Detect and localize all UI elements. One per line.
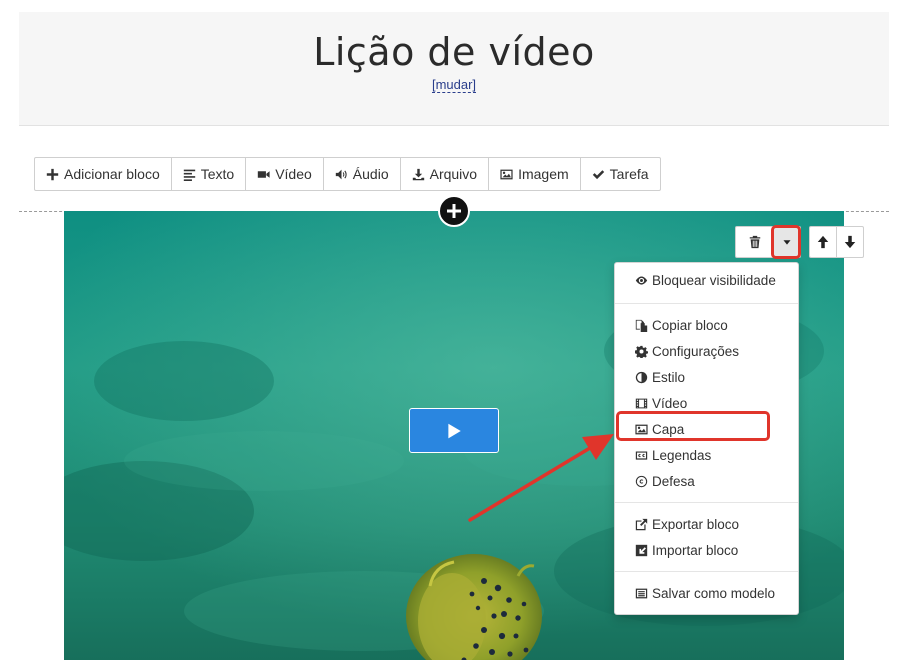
copyright-icon [635, 475, 648, 487]
audio-block-label: Áudio [352, 166, 389, 182]
change-title-link[interactable]: [mudar] [431, 78, 477, 93]
move-down-button[interactable] [837, 227, 863, 257]
menu-item-label: Copiar bloco [652, 317, 728, 333]
block-menu-button[interactable] [774, 227, 800, 257]
eye-icon [635, 275, 648, 285]
file-block-button[interactable]: Arquivo [401, 158, 490, 190]
menu-item-save-template[interactable]: Salvar como modelo [615, 580, 798, 606]
block-actions [735, 226, 801, 258]
import-icon [635, 544, 648, 556]
task-block-label: Tarefa [609, 166, 649, 182]
trash-icon [749, 235, 760, 249]
task-block-button[interactable]: Tarefa [581, 158, 660, 190]
move-up-button[interactable] [810, 227, 837, 257]
menu-item-export-block[interactable]: Exportar bloco [615, 511, 798, 537]
video-block-label: Vídeo [275, 166, 312, 182]
menu-item-copy-block[interactable]: Copiar bloco [615, 312, 798, 338]
add-block-label: Adicionar bloco [64, 166, 160, 182]
play-icon [448, 423, 461, 438]
external-link-icon [635, 518, 648, 530]
file-block-label: Arquivo [429, 166, 478, 182]
menu-item-lock-visibility[interactable]: Bloquear visibilidade [615, 267, 798, 293]
check-icon [592, 169, 604, 179]
template-icon [635, 588, 648, 598]
volume-icon [335, 169, 347, 179]
plus-icon [46, 168, 59, 180]
film-icon [635, 398, 648, 408]
menu-item-label: Vídeo [652, 395, 688, 411]
cc-icon [635, 450, 648, 460]
delete-block-button[interactable] [736, 227, 774, 257]
menu-item-label: Bloquear visibilidade [652, 272, 776, 288]
block-toolbar: Adicionar bloco Texto Vídeo Áudio Arquiv… [34, 157, 661, 191]
image-icon [500, 169, 513, 179]
text-block-button[interactable]: Texto [172, 158, 247, 190]
add-block-button[interactable]: Adicionar bloco [35, 158, 172, 190]
arrow-up-icon [817, 235, 828, 249]
menu-item-style[interactable]: Estilo [615, 364, 798, 390]
align-left-icon [183, 169, 195, 181]
copy-icon [635, 319, 648, 332]
text-block-label: Texto [200, 166, 235, 182]
arrow-down-icon [844, 235, 855, 249]
menu-item-label: Exportar bloco [652, 516, 740, 532]
plus-icon [447, 204, 461, 218]
menu-item-label: Legendas [652, 447, 712, 463]
image-block-button[interactable]: Imagem [489, 158, 581, 190]
page: Lição de vídeo [mudar] Adicionar bloco T… [0, 0, 908, 660]
menu-item-label: Capa [652, 421, 685, 437]
menu-item-protection[interactable]: Defesa [615, 468, 798, 494]
contrast-icon [635, 371, 648, 383]
menu-item-settings[interactable]: Configurações [615, 338, 798, 364]
menu-item-label: Configurações [652, 343, 740, 359]
gear-icon [635, 345, 648, 358]
audio-block-button[interactable]: Áudio [324, 158, 401, 190]
image-icon [635, 424, 648, 434]
menu-item-import-block[interactable]: Importar bloco [615, 537, 798, 563]
menu-item-label: Defesa [652, 473, 695, 489]
caret-down-icon [783, 240, 791, 245]
video-block-button[interactable]: Vídeo [246, 158, 324, 190]
play-button[interactable] [409, 408, 499, 453]
block-dropdown-menu: Bloquear visibilidade Copiar bloco Confi… [614, 262, 799, 615]
download-icon [412, 168, 424, 180]
menu-item-label: Estilo [652, 369, 686, 385]
lesson-header: Lição de vídeo [mudar] [19, 12, 889, 126]
menu-item-label: Salvar como modelo [652, 585, 776, 601]
page-title: Lição de vídeo [313, 30, 595, 74]
image-block-label: Imagem [518, 166, 569, 182]
menu-item-label: Importar bloco [652, 542, 739, 558]
video-camera-icon [258, 170, 270, 178]
menu-item-subtitles[interactable]: Legendas [615, 442, 798, 468]
insert-block-button[interactable] [438, 195, 470, 227]
block-move-controls [809, 226, 864, 258]
menu-item-cover[interactable]: Capa [615, 416, 798, 442]
menu-item-video[interactable]: Vídeo [615, 390, 798, 416]
